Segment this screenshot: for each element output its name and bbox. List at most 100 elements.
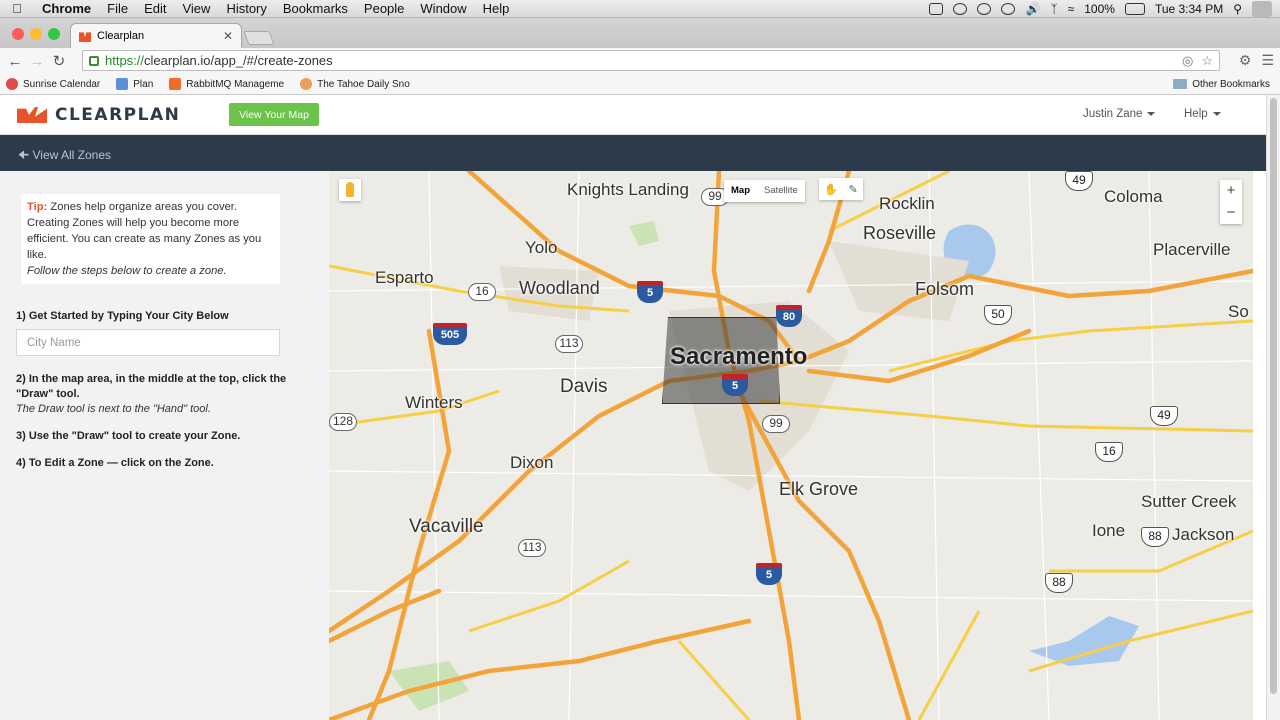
tip-text: Zones help organize areas you cover. Cre… [27, 201, 262, 261]
step-2: 2) In the map area, in the middle at the… [16, 372, 296, 417]
plan-icon [116, 78, 129, 90]
step-1: 1) Get Started by Typing Your City Below [16, 310, 229, 322]
zoom-in-button[interactable]: + [1220, 180, 1242, 202]
bookmark-tahoe[interactable]: The Tahoe Daily Sno [300, 78, 410, 90]
city-label: Yolo [525, 238, 558, 257]
bookmark-label: Plan [133, 78, 154, 90]
forward-arrow-icon[interactable]: → [26, 53, 48, 70]
city-label: Vacaville [409, 516, 484, 537]
user-menu[interactable]: Justin Zane [1083, 108, 1156, 120]
city-label: Knights Landing [567, 181, 689, 199]
bookmark-star-icon[interactable]: ☆ [1201, 53, 1213, 69]
city-label: Sutter Creek [1141, 492, 1237, 511]
close-tab-icon[interactable]: ✕ [223, 29, 233, 43]
close-window-button[interactable] [12, 28, 24, 40]
bookmark-plan[interactable]: Plan [116, 78, 153, 90]
route-shield: 113 [518, 539, 546, 557]
view-your-map-button[interactable]: View Your Map [229, 103, 319, 126]
city-label: Davis [560, 376, 608, 397]
tab-strip: Clearplan ✕ [0, 18, 1280, 48]
menu-edit[interactable]: Edit [136, 1, 174, 16]
screen-icon[interactable] [929, 3, 944, 15]
page-scrollbar[interactable] [1266, 95, 1280, 720]
pin-icon[interactable] [977, 3, 992, 15]
clearplan-logo[interactable]: CLEARPLAN [17, 105, 180, 125]
hand-tool-icon[interactable]: ✋ [824, 183, 838, 196]
menu-history[interactable]: History [218, 1, 274, 16]
scrollbar-thumb[interactable] [1270, 98, 1277, 694]
apple-icon[interactable]:  [0, 1, 34, 16]
bookmark-sunrise[interactable]: Sunrise Calendar [6, 78, 100, 90]
address-bar[interactable]: https:// clearplan.io/app_/#/create-zone… [82, 50, 1220, 71]
us-route-shield: 49 [1065, 171, 1093, 191]
new-tab-button[interactable] [243, 31, 275, 45]
menu-app[interactable]: Chrome [34, 1, 99, 16]
time-machine-icon[interactable] [1001, 3, 1016, 15]
map-type-map-button[interactable]: Map [724, 180, 757, 202]
app-header: CLEARPLAN View Your Map Justin Zane Help [0, 95, 1266, 135]
browser-toolbar: ← → ↻ https:// clearplan.io/app_/#/creat… [0, 48, 1280, 74]
city-label: So [1228, 302, 1249, 321]
interstate-shield: 5 [637, 281, 663, 303]
draw-polygon-tool-icon[interactable]: ✎ [849, 183, 858, 196]
url-scheme: https:// [105, 53, 145, 68]
minimize-window-button[interactable] [30, 28, 42, 40]
back-arrow-icon[interactable]: ← [4, 53, 26, 70]
map-type-control: Map Satellite [724, 180, 805, 202]
city-name-input[interactable] [16, 329, 280, 356]
step-2-text: 2) In the map area, in the middle at the… [16, 373, 287, 400]
toolbar-extensions: ⚙ ☰ [1239, 52, 1274, 69]
reload-icon[interactable]: ↻ [48, 52, 70, 70]
menu-bookmarks[interactable]: Bookmarks [275, 1, 356, 16]
bookmark-label: RabbitMQ Manageme [186, 78, 285, 90]
spotlight-icon[interactable]: ⚲ [1233, 2, 1242, 16]
menu-help[interactable]: Help [475, 1, 518, 16]
os-menubar:  Chrome File Edit View History Bookmark… [0, 0, 1280, 18]
city-label: Coloma [1104, 187, 1163, 206]
logo-mark-icon [17, 107, 47, 123]
calendar-icon [6, 78, 18, 90]
street-view-pegman-icon[interactable] [339, 179, 361, 201]
step-2-note: The Draw tool is next to the "Hand" tool… [16, 403, 211, 415]
clock[interactable]: Tue 3:34 PM [1155, 2, 1223, 16]
route-shield: 128 [329, 413, 357, 431]
tab-title: Clearplan [97, 30, 145, 42]
bluetooth-icon[interactable]: ᛉ [1050, 2, 1057, 16]
chrome-menu-icon[interactable]: ☰ [1261, 52, 1274, 69]
city-label: Folsom [915, 279, 975, 299]
step-3: 3) Use the "Draw" tool to create your Zo… [16, 430, 241, 442]
notification-center-icon[interactable] [1252, 1, 1272, 17]
menu-people[interactable]: People [356, 1, 412, 16]
interstate-shield: 5 [756, 563, 782, 585]
bookmark-rabbitmq[interactable]: RabbitMQ Manageme [169, 78, 284, 90]
lock-icon [89, 55, 99, 66]
cc-icon[interactable] [953, 3, 968, 15]
volume-icon[interactable]: 🔊 [1025, 2, 1040, 16]
location-icon[interactable]: ◎ [1182, 53, 1193, 69]
menu-file[interactable]: File [99, 1, 136, 16]
tip-box: Tip: Zones help organize areas you cover… [21, 194, 280, 284]
wifi-icon[interactable]: ≈ [1068, 2, 1075, 16]
drawing-tools: ✋ ✎ [819, 178, 863, 200]
user-name: Justin Zane [1083, 108, 1143, 120]
tip-label: Tip: [27, 201, 48, 213]
tab-clearplan[interactable]: Clearplan ✕ [70, 23, 242, 48]
city-label: Woodland [519, 278, 600, 298]
menu-view[interactable]: View [174, 1, 218, 16]
city-label: Winters [405, 393, 463, 412]
zoom-out-button[interactable]: − [1220, 202, 1242, 224]
other-bookmarks[interactable]: Other Bookmarks [1173, 79, 1270, 90]
us-route-shield: 88 [1045, 573, 1073, 593]
extension-icon[interactable]: ⚙ [1239, 52, 1252, 69]
zoom-window-button[interactable] [48, 28, 60, 40]
map-type-satellite-button[interactable]: Satellite [757, 180, 805, 202]
menu-window[interactable]: Window [412, 1, 474, 16]
clearplan-favicon-icon [79, 32, 91, 42]
view-all-zones-link[interactable]: 🠈 View All Zones [18, 146, 111, 167]
battery-icon[interactable] [1124, 3, 1145, 15]
us-route-shield: 16 [1095, 442, 1123, 462]
city-label: Ione [1092, 521, 1126, 540]
help-menu[interactable]: Help [1184, 108, 1221, 120]
map-canvas[interactable]: Knights Landing Yolo Esparto Woodland Da… [329, 171, 1253, 720]
city-label: Elk Grove [779, 479, 859, 499]
